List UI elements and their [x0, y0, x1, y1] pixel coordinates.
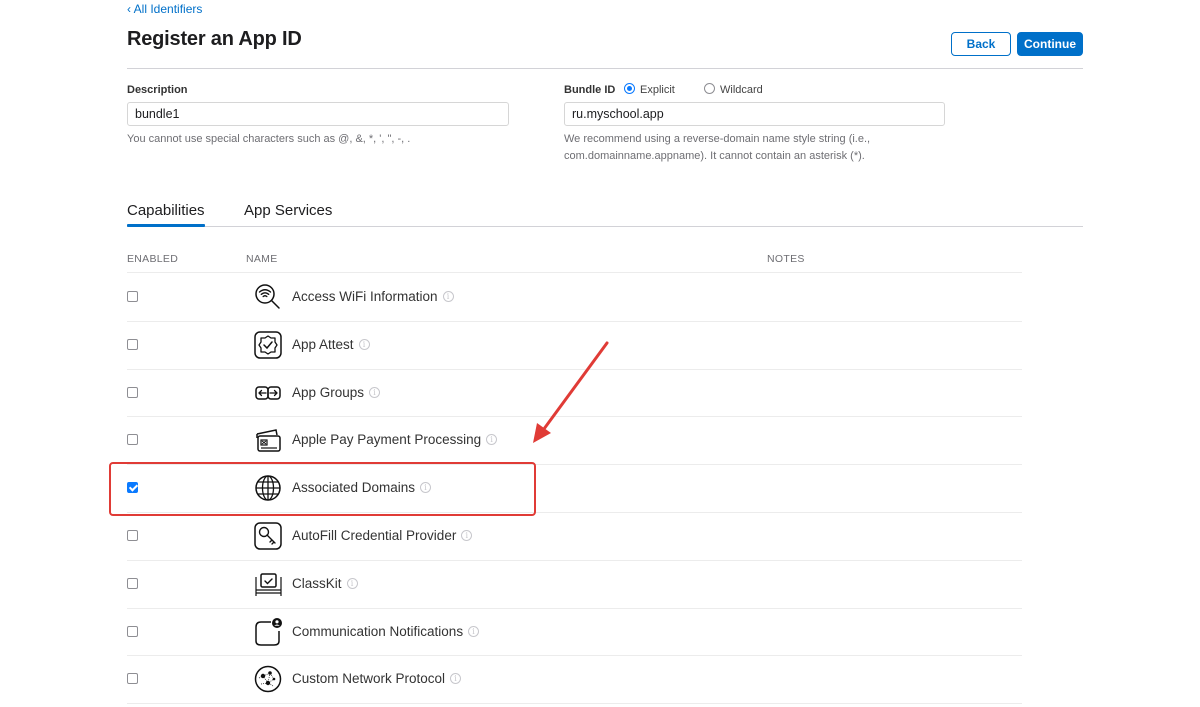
capability-name-cell: App Groups i [292, 385, 381, 400]
wildcard-radio-label[interactable]: Wildcard [720, 84, 763, 96]
description-input[interactable]: bundle1 [127, 102, 509, 126]
page-title: Register an App ID [127, 28, 302, 50]
info-icon[interactable]: i [442, 291, 454, 302]
app-groups-icon [253, 378, 283, 408]
column-header-notes: NOTES [767, 253, 805, 265]
capability-name-cell: Access WiFi Information i [292, 289, 454, 304]
info-icon[interactable]: i [486, 434, 498, 445]
wifi-search-icon [253, 282, 283, 312]
description-help: You cannot use special characters such a… [127, 133, 411, 145]
key-icon [253, 521, 283, 551]
annotation-arrow-icon [533, 341, 609, 443]
column-header-enabled: ENABLED [127, 253, 179, 265]
capability-name-cell: Apple Pay Payment Processing i [292, 432, 498, 447]
tab-capabilities[interactable]: Capabilities [127, 202, 205, 219]
info-icon[interactable]: i [461, 530, 473, 541]
capability-name: Communication Notifications [292, 624, 464, 639]
row-divider [127, 703, 1022, 704]
classkit-icon [253, 569, 283, 599]
capability-name-cell: ClassKit i [292, 576, 358, 591]
capability-name-cell: Custom Network Protocol i [292, 671, 462, 686]
tabs-divider [127, 226, 1083, 227]
capability-name: Access WiFi Information [292, 289, 438, 304]
bundle-id-label: Bundle ID [564, 84, 616, 96]
all-identifiers-link[interactable]: ‹ All Identifiers [127, 2, 202, 16]
explicit-radio[interactable] [624, 83, 635, 94]
info-icon[interactable]: i [468, 626, 480, 637]
capability-name: Custom Network Protocol [292, 671, 446, 686]
badge-check-icon [253, 330, 283, 360]
capability-name-cell: AutoFill Credential Provider i [292, 528, 473, 543]
info-icon[interactable]: i [346, 578, 358, 589]
capability-row: Custom Network Protocol i [127, 655, 1022, 702]
capability-name-cell: App Attest i [292, 337, 370, 352]
capability-row: ClassKit i [127, 560, 1022, 607]
notification-person-icon [253, 617, 283, 647]
enable-checkbox[interactable] [127, 291, 138, 302]
column-header-name: NAME [246, 253, 278, 265]
capability-name: App Groups [292, 385, 365, 400]
wildcard-radio[interactable] [704, 83, 715, 94]
capability-name: ClassKit [292, 576, 342, 591]
network-protocol-icon [253, 664, 283, 694]
enable-checkbox[interactable] [127, 626, 138, 637]
enable-checkbox[interactable] [127, 339, 138, 350]
bundle-id-input[interactable]: ru.myschool.app [564, 102, 945, 126]
back-button[interactable]: Back [951, 32, 1011, 56]
tab-app-services[interactable]: App Services [244, 202, 332, 219]
enable-checkbox[interactable] [127, 578, 138, 589]
enable-checkbox[interactable] [127, 434, 138, 445]
capability-row: AutoFill Credential Provider i [127, 512, 1022, 559]
capability-row: Communication Notifications i [127, 608, 1022, 655]
bundle-id-help-line1: We recommend using a reverse-domain name… [564, 133, 871, 145]
capability-name: AutoFill Credential Provider [292, 528, 457, 543]
credit-card-icon [253, 425, 283, 455]
explicit-radio-label[interactable]: Explicit [640, 84, 675, 96]
capability-name: Apple Pay Payment Processing [292, 432, 482, 447]
capability-name: App Attest [292, 337, 354, 352]
bundle-id-help-line2: com.domainname.appname). It cannot conta… [564, 150, 865, 162]
enable-checkbox[interactable] [127, 387, 138, 398]
info-icon[interactable]: i [450, 673, 462, 684]
active-tab-indicator [127, 224, 205, 227]
continue-button[interactable]: Continue [1017, 32, 1083, 56]
header-divider [127, 68, 1083, 69]
info-icon[interactable]: i [358, 339, 370, 350]
annotation-highlight-box [109, 462, 536, 516]
info-icon[interactable]: i [369, 387, 381, 398]
enable-checkbox[interactable] [127, 530, 138, 541]
description-label: Description [127, 84, 188, 96]
enable-checkbox[interactable] [127, 673, 138, 684]
capability-name-cell: Communication Notifications i [292, 624, 480, 639]
capability-row: Access WiFi Information i [127, 273, 1022, 320]
